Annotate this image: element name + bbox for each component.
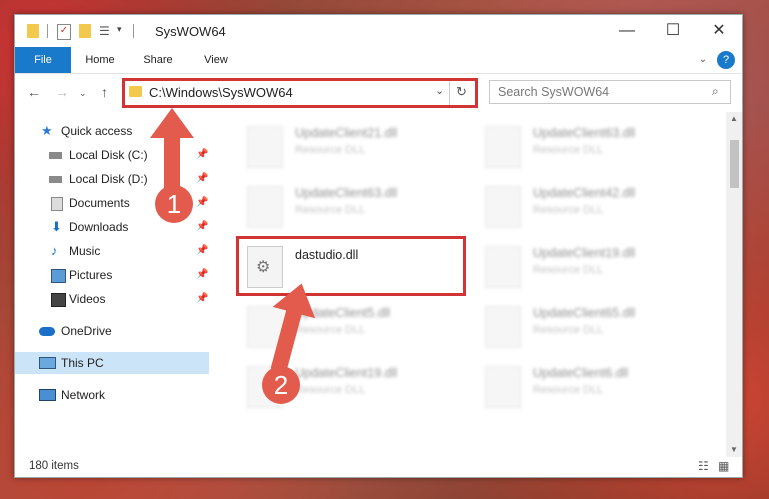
divider — [47, 24, 48, 38]
large-icons-view-icon[interactable]: ▦ — [718, 459, 729, 473]
divider — [449, 81, 450, 105]
address-path: C:\Windows\SysWOW64 — [149, 85, 293, 100]
dll-file-icon — [485, 246, 521, 288]
status-bar: 180 items ☷ ▦ — [15, 457, 742, 477]
file-item[interactable]: UpdateClient63.dll Resource DLL — [237, 180, 467, 230]
music-icon: ♪ — [51, 243, 58, 258]
pin-icon[interactable]: 📌 — [196, 288, 208, 310]
dll-file-icon — [247, 186, 283, 228]
dll-file-icon — [485, 126, 521, 168]
dll-file-icon — [485, 366, 521, 408]
scroll-up-icon[interactable]: ▲ — [730, 114, 738, 123]
network-icon — [39, 389, 56, 401]
item-count: 180 items — [29, 460, 79, 472]
file-item[interactable]: UpdateClient63.dll Resource DLL — [475, 120, 705, 170]
search-icon[interactable]: ⌕ — [712, 84, 719, 99]
back-arrow-icon[interactable]: ← — [27, 84, 41, 100]
pin-icon[interactable]: 📌 — [196, 240, 208, 262]
tab-home[interactable]: Home — [75, 47, 125, 73]
dll-file-icon — [485, 186, 521, 228]
cloud-icon — [39, 327, 55, 336]
pictures-icon — [51, 269, 66, 283]
chevron-down-icon[interactable]: ⌄ — [695, 47, 711, 73]
file-item[interactable]: UpdateClient65.dll Resource DLL — [475, 300, 705, 350]
title-bar: ✓ ☰ ▾ SysWOW64 — ☐ ✕ — [15, 15, 742, 47]
downloads-icon: ⬇ — [51, 219, 62, 234]
sidebar-item-this-pc[interactable]: This PC — [15, 352, 209, 374]
help-icon[interactable]: ? — [717, 51, 735, 69]
search-placeholder: Search SysWOW64 — [498, 85, 610, 99]
file-item[interactable]: UpdateClient21.dll Resource DLL — [237, 120, 467, 170]
folder-icon — [129, 86, 142, 97]
scroll-down-icon[interactable]: ▼ — [730, 445, 738, 454]
computer-icon — [39, 357, 56, 369]
maximize-button[interactable]: ☐ — [650, 15, 696, 47]
file-item[interactable]: UpdateClient6.dll Resource DLL — [475, 360, 705, 410]
address-bar[interactable]: C:\Windows\SysWOW64 ⌄ ↻ — [122, 78, 478, 108]
tab-share[interactable]: Share — [133, 47, 183, 73]
chevron-down-icon[interactable]: ⌄ — [435, 84, 444, 97]
vertical-scrollbar[interactable]: ▲ ▼ — [726, 112, 742, 457]
address-row: ← → ⌄ ↑ C:\Windows\SysWOW64 ⌄ ↻ Search S… — [15, 74, 742, 110]
scrollbar-thumb[interactable] — [730, 140, 739, 188]
file-item[interactable]: UpdateClient19.dll Resource DLL — [475, 240, 705, 290]
dll-file-icon — [485, 306, 521, 348]
dll-file-icon — [247, 126, 283, 168]
new-folder-icon[interactable] — [79, 24, 91, 38]
forward-arrow-icon[interactable]: → — [55, 84, 69, 100]
step-badge-2: 2 — [262, 366, 300, 404]
customize-dropdown-icon[interactable]: ▾ — [117, 24, 122, 38]
refresh-icon[interactable]: ↻ — [456, 84, 467, 100]
sidebar-item-network[interactable]: Network — [15, 384, 209, 406]
sidebar-item-onedrive[interactable]: OneDrive — [15, 320, 209, 342]
properties-icon[interactable]: ✓ — [57, 24, 71, 40]
tab-file[interactable]: File — [15, 47, 71, 73]
sidebar-item-videos[interactable]: Videos 📌 — [15, 288, 209, 310]
up-arrow-icon[interactable]: ↑ — [101, 84, 108, 100]
file-explorer-window: ✓ ☰ ▾ SysWOW64 — ☐ ✕ File Home Share Vie… — [14, 14, 743, 478]
videos-icon — [51, 293, 66, 307]
details-view-icon[interactable]: ☷ — [698, 459, 709, 473]
documents-icon — [51, 197, 63, 211]
drive-icon — [49, 176, 62, 183]
recent-dropdown-icon[interactable]: ⌄ — [79, 88, 87, 99]
divider — [133, 24, 134, 38]
sidebar-item-music[interactable]: ♪ Music 📌 — [15, 240, 209, 262]
pin-icon[interactable]: 📌 — [196, 264, 208, 286]
drive-icon — [49, 152, 62, 159]
sidebar-item-pictures[interactable]: Pictures 📌 — [15, 264, 209, 286]
file-item[interactable]: UpdateClient42.dll Resource DLL — [475, 180, 705, 230]
step-badge-1: 1 — [155, 185, 193, 223]
folder-icon — [27, 24, 39, 38]
search-input[interactable]: Search SysWOW64 ⌕ — [489, 80, 731, 104]
star-icon: ★ — [41, 123, 53, 138]
ribbon-tabs: File Home Share View ⌄ ? — [15, 47, 742, 74]
minimize-button[interactable]: — — [604, 15, 650, 47]
window-title: SysWOW64 — [155, 24, 226, 39]
close-button[interactable]: ✕ — [696, 15, 742, 47]
rename-icon[interactable]: ☰ — [99, 24, 113, 38]
tab-view[interactable]: View — [191, 47, 241, 73]
